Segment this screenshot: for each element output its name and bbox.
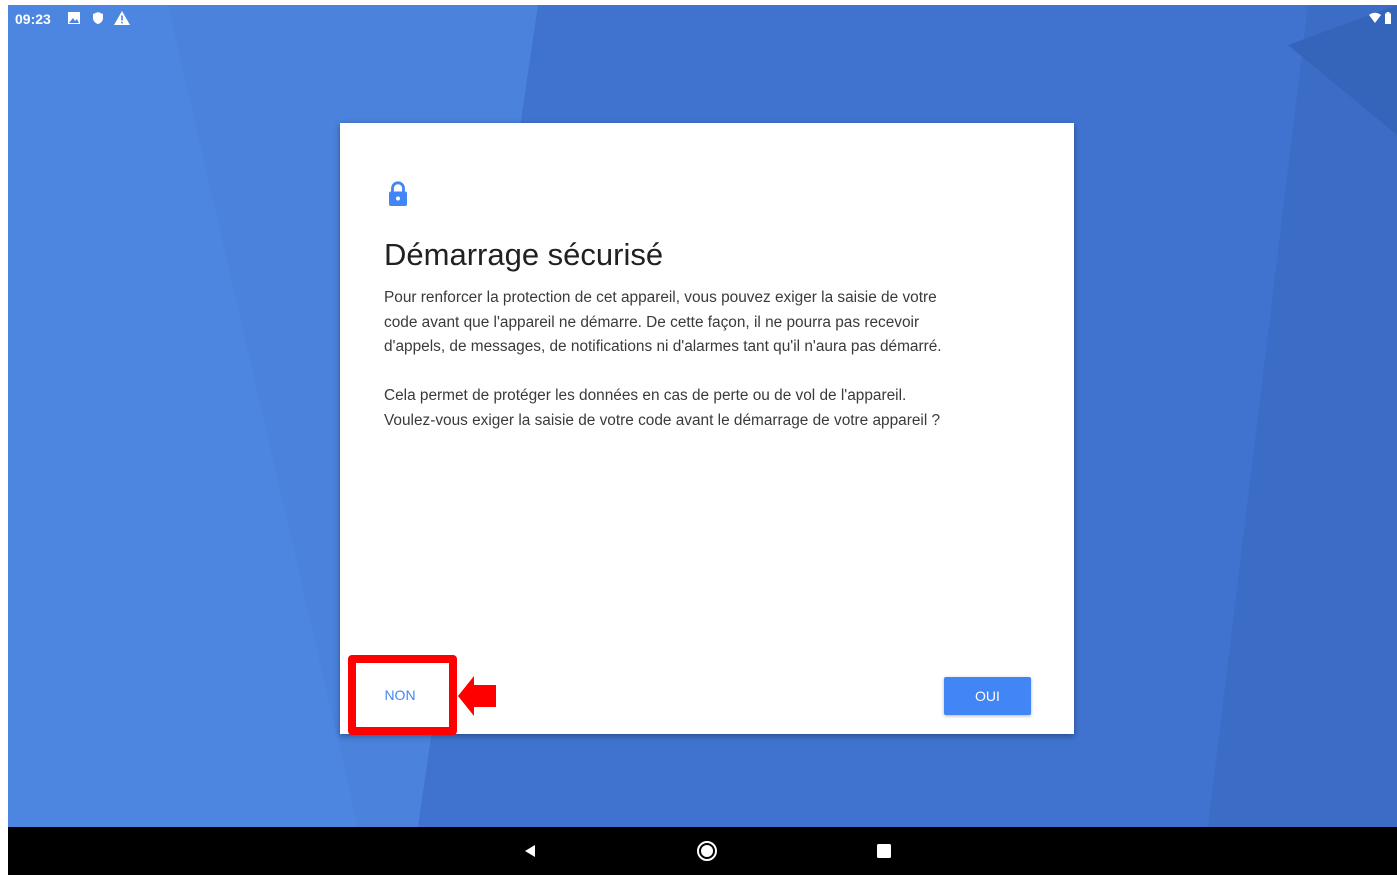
battery-icon bbox=[1385, 11, 1391, 27]
dialog-question: Cela permet de protéger les données en c… bbox=[384, 384, 1044, 433]
description-line: Pour renforcer la protection de cet appa… bbox=[384, 289, 937, 306]
lock-icon bbox=[388, 181, 408, 207]
highlight-box bbox=[348, 655, 457, 735]
status-time: 09:23 bbox=[15, 11, 51, 27]
back-icon[interactable] bbox=[518, 839, 542, 863]
device-screen: 09:23 Démarrage sécurisé Pour renforcer bbox=[8, 5, 1397, 875]
question-line: Cela permet de protéger les données en c… bbox=[384, 387, 907, 404]
image-icon bbox=[67, 11, 81, 28]
warning-icon bbox=[114, 11, 130, 28]
description-line: d'appels, de messages, de notifications … bbox=[384, 338, 942, 355]
secure-startup-dialog: Démarrage sécurisé Pour renforcer la pro… bbox=[340, 123, 1074, 734]
dialog-description: Pour renforcer la protection de cet appa… bbox=[384, 286, 1044, 360]
shield-icon bbox=[91, 11, 105, 28]
recents-icon[interactable] bbox=[872, 839, 896, 863]
arrow-left-icon bbox=[458, 676, 496, 716]
home-icon[interactable] bbox=[695, 839, 719, 863]
yes-button[interactable]: OUI bbox=[944, 677, 1031, 715]
description-line: code avant que l'appareil ne démarre. De… bbox=[384, 313, 920, 331]
navigation-bar bbox=[8, 827, 1397, 875]
dialog-title: Démarrage sécurisé bbox=[384, 237, 664, 272]
question-line: Voulez-vous exiger la saisie de votre co… bbox=[384, 411, 941, 429]
status-bar: 09:23 bbox=[8, 5, 1397, 35]
wifi-icon bbox=[1369, 11, 1381, 27]
